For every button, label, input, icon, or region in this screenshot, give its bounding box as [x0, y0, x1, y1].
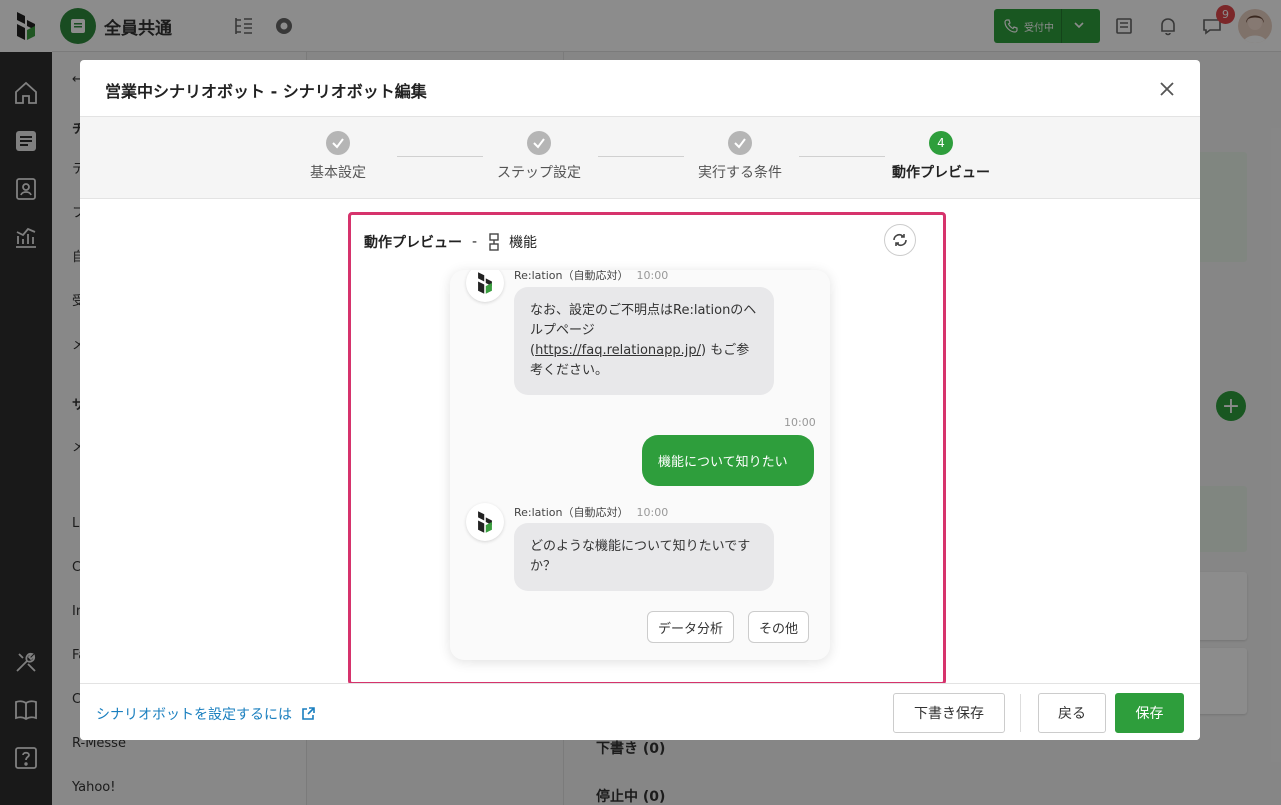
- relation-logo-icon: [478, 511, 492, 533]
- bot-name-label: Re:lation（自動応対）: [514, 506, 629, 519]
- step-label: ステップ設定: [497, 165, 581, 181]
- help-link-label: シナリオボットを設定するには: [96, 707, 292, 723]
- how-to-configure-link[interactable]: シナリオボットを設定するには: [96, 704, 316, 724]
- bot-avatar: [466, 503, 504, 541]
- chat-preview-window[interactable]: Re:lation（自動応対） 10:00 なお、設定のご不明点はRe:latio…: [450, 270, 830, 660]
- preview-header: 動作プレビュー - 機能: [364, 232, 537, 252]
- choice-button-data-analysis[interactable]: データ分析: [647, 611, 735, 643]
- preview-separator: -: [472, 234, 478, 250]
- step-label: 実行する条件: [698, 165, 782, 181]
- external-link-icon: [302, 707, 315, 720]
- bot-message-bubble: なお、設定のご不明点はRe:lationのヘルプページ (https://faq…: [514, 287, 774, 395]
- message-time: 10:00: [636, 270, 669, 282]
- close-icon[interactable]: [1156, 78, 1178, 100]
- message-time: 10:00: [636, 506, 669, 519]
- refresh-icon: [893, 233, 907, 247]
- scenario-node-icon: [489, 233, 499, 251]
- preview-title: 動作プレビュー: [364, 235, 462, 251]
- back-button[interactable]: 戻る: [1038, 693, 1106, 733]
- behavior-preview-panel: 動作プレビュー - 機能 Re:lation（自動応対） 10:00 なお、設定の…: [348, 212, 946, 685]
- bot-avatar: [466, 270, 504, 302]
- check-icon: [728, 131, 752, 155]
- relation-logo-icon: [478, 272, 492, 294]
- user-message-bubble: 機能について知りたい: [642, 435, 814, 486]
- save-button[interactable]: 保存: [1115, 693, 1184, 733]
- step-indicator: 基本設定 ステップ設定 実行する条件 4 動作プレビュー: [80, 116, 1200, 199]
- bot-name: Re:lation（自動応対） 10:00: [514, 270, 668, 283]
- message-time: 10:00: [784, 416, 816, 429]
- step-label: 基本設定: [310, 165, 366, 181]
- step-step-settings[interactable]: ステップ設定: [464, 131, 614, 182]
- step-label: 動作プレビュー: [892, 165, 990, 181]
- modal-footer: シナリオボットを設定するには 下書き保存 戻る 保存: [80, 683, 1200, 740]
- footer-divider: [1020, 694, 1021, 732]
- bot-message-bubble: どのような機能について知りたいですか？: [514, 523, 774, 591]
- scenario-bot-edit-modal: 営業中シナリオボット - シナリオボット編集 基本設定 ステップ設定 実行する条…: [80, 60, 1200, 740]
- step-preview[interactable]: 4 動作プレビュー: [866, 131, 1016, 182]
- check-icon: [326, 131, 350, 155]
- step-conditions[interactable]: 実行する条件: [665, 131, 815, 182]
- step-number: 4: [929, 131, 953, 155]
- choice-button-other[interactable]: その他: [748, 611, 810, 643]
- check-icon: [527, 131, 551, 155]
- bot-name: Re:lation（自動応対） 10:00: [514, 504, 668, 520]
- bot-name-label: Re:lation（自動応対）: [514, 270, 629, 282]
- preview-subtitle: 機能: [509, 235, 538, 251]
- modal-title: 営業中シナリオボット - シナリオボット編集: [105, 82, 427, 101]
- refresh-button[interactable]: [884, 224, 916, 256]
- help-page-link[interactable]: https://faq.relationapp.jp/: [535, 343, 701, 358]
- step-basic-settings[interactable]: 基本設定: [263, 131, 413, 182]
- save-draft-button[interactable]: 下書き保存: [893, 693, 1005, 733]
